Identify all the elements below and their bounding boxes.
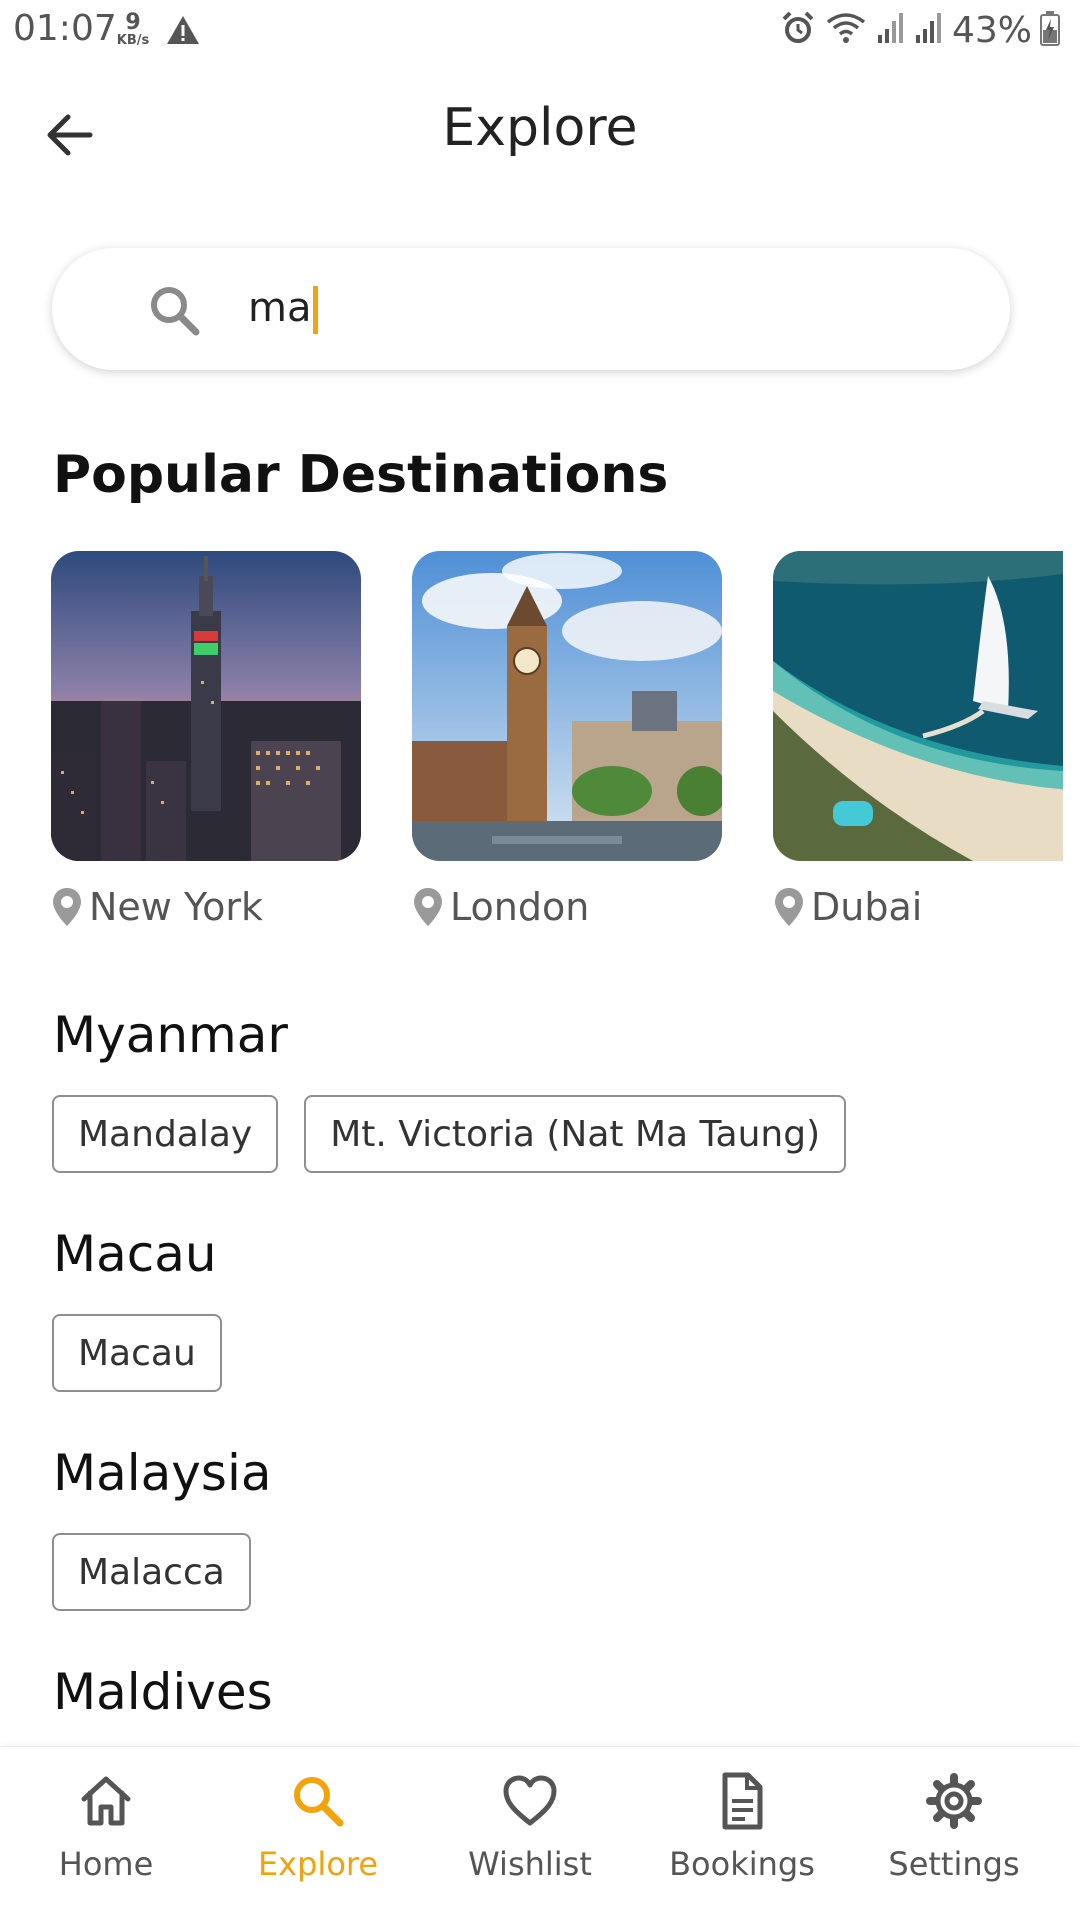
signal-icon (876, 11, 906, 50)
place-chip-mt-victoria[interactable]: Mt. Victoria (Nat Ma Taung) (304, 1095, 847, 1173)
wifi-icon (824, 10, 868, 51)
status-time: 01:07 (13, 8, 117, 49)
network-speed-unit: KB/s (116, 33, 150, 48)
nav-item-wishlist[interactable]: Wishlist (424, 1747, 636, 1921)
status-bar: 01:07 9 KB/s 43% (0, 0, 1080, 60)
heart-icon (503, 1775, 557, 1826)
alarm-icon (780, 10, 816, 51)
place-chip-mandalay[interactable]: Mandalay (52, 1095, 279, 1173)
destination-card-new-york[interactable]: New York (51, 551, 361, 929)
country-heading-malaysia: Malaysia (53, 1444, 272, 1502)
destination-label: London (412, 885, 722, 929)
popular-destinations-heading: Popular Destinations (53, 445, 669, 505)
app-header: Explore (0, 70, 1080, 190)
nav-item-settings[interactable]: Settings (848, 1747, 1060, 1921)
search-text: ma (248, 285, 312, 331)
network-speed: 9 KB/s (113, 10, 153, 48)
home-icon (81, 1776, 131, 1826)
warning-icon (165, 14, 201, 51)
nav-item-bookings[interactable]: Bookings (636, 1747, 848, 1921)
battery-icon (1040, 10, 1060, 51)
dubai-image (773, 551, 1063, 861)
signal-icon (914, 11, 944, 50)
gear-icon (926, 1773, 982, 1829)
country-heading-macau: Macau (53, 1225, 217, 1283)
nav-label: Explore (257, 1845, 379, 1883)
nav-item-home[interactable]: Home (0, 1747, 212, 1921)
search-input-value[interactable]: ma (248, 278, 319, 338)
document-icon (722, 1772, 763, 1830)
nav-label: Settings (888, 1845, 1020, 1883)
search-input[interactable]: ma (52, 248, 1010, 370)
destination-card-london[interactable]: London (412, 551, 722, 929)
place-chips-myanmar: Mandalay Mt. Victoria (Nat Ma Taung) (52, 1095, 847, 1173)
search-icon (148, 284, 202, 338)
london-image (412, 551, 722, 861)
place-chip-malacca[interactable]: Malacca (52, 1533, 251, 1611)
destination-label: Dubai (773, 885, 1080, 929)
search-icon (294, 1777, 344, 1827)
location-pin-icon (53, 888, 81, 926)
place-chips-macau: Macau (52, 1314, 222, 1392)
place-chips-malaysia: Malacca (52, 1533, 251, 1611)
destination-name: Dubai (811, 885, 923, 929)
destination-name: New York (89, 885, 264, 929)
destination-card-dubai[interactable]: Dubai (773, 551, 1080, 929)
country-heading-maldives: Maldives (53, 1663, 273, 1721)
battery-percent: 43% (951, 9, 1032, 51)
nav-label: Wishlist (468, 1845, 592, 1883)
location-pin-icon (775, 888, 803, 926)
bottom-nav: Home Explore Wishlist Bookings Settings (0, 1746, 1080, 1921)
nav-label: Bookings (669, 1845, 815, 1883)
location-pin-icon (414, 888, 442, 926)
destination-name: London (450, 885, 590, 929)
destination-label: New York (51, 885, 361, 929)
status-icons: 43% (780, 8, 1060, 52)
new-york-image (51, 551, 361, 861)
nav-label: Home (58, 1845, 154, 1883)
page-title: Explore (442, 98, 638, 158)
nav-item-explore[interactable]: Explore (212, 1747, 424, 1921)
network-speed-value: 9 (125, 10, 141, 35)
country-heading-myanmar: Myanmar (53, 1006, 288, 1064)
text-cursor (313, 286, 319, 334)
place-chip-macau[interactable]: Macau (52, 1314, 222, 1392)
